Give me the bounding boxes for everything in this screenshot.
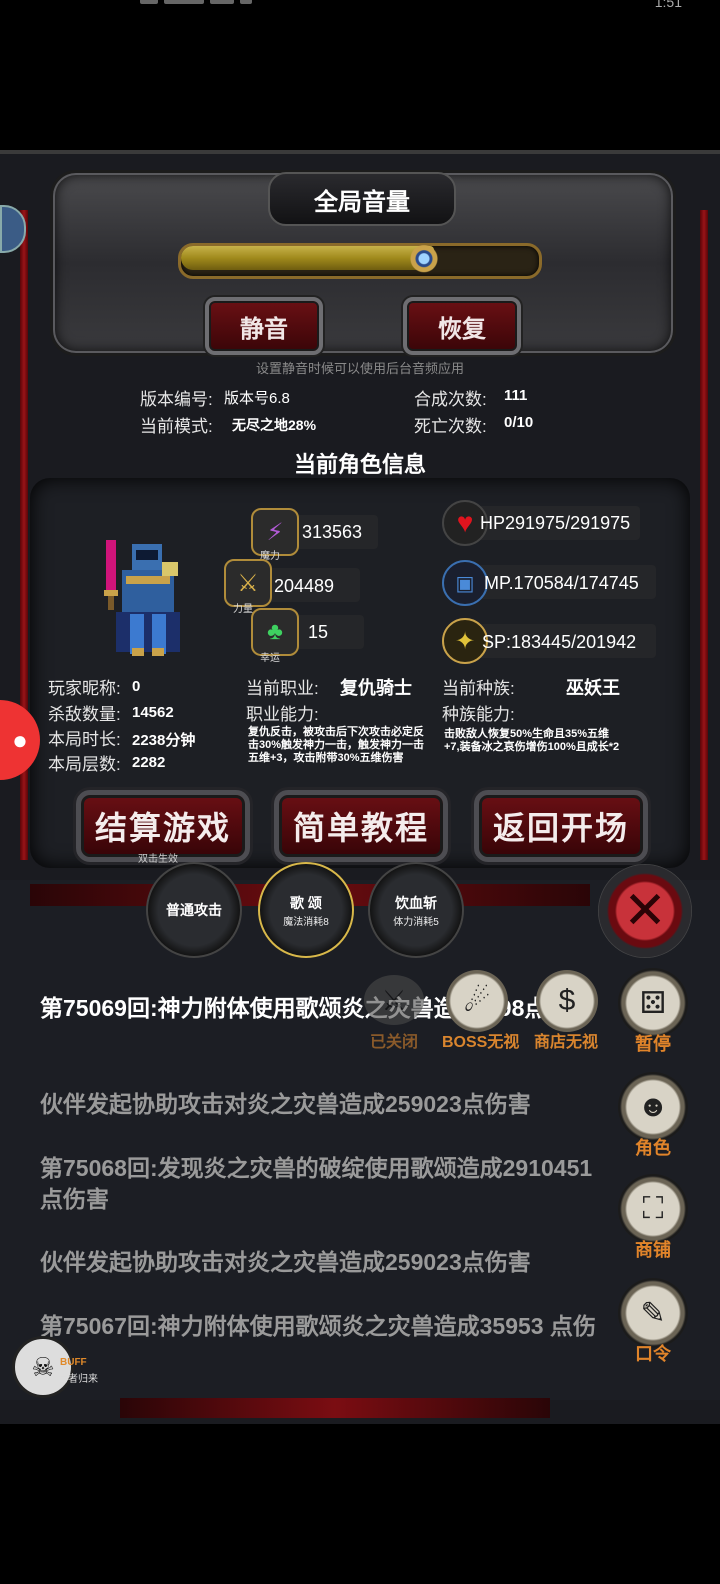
skill-blood-slash-label: 饮血斩	[395, 894, 437, 911]
buff-label: BUFF	[60, 1357, 87, 1368]
pause-button[interactable]: ⚄	[618, 968, 688, 1038]
strength-caption: 力量	[233, 604, 253, 615]
log-line-1-text: 第75069回:神力附体使用歌颂炎之灾兽造成3 98点伤害	[40, 995, 594, 1021]
beast-icon: ☄	[463, 984, 491, 1018]
skill-blood-slash[interactable]: 饮血斩 体力消耗5	[368, 862, 464, 958]
boss-ignore-toggle[interactable]: ☄	[446, 970, 508, 1032]
status-bar: 1:51	[0, 0, 720, 14]
hooded-figure-icon: ☻	[637, 1090, 669, 1123]
buff-sub: 亡者归来	[58, 1374, 98, 1385]
volume-hint: 设置静音时候可以使用后台音频应用	[255, 361, 464, 376]
log-line-3: 第75068回:发现炎之灾兽的破绽使用歌颂造成2910451点伤害	[40, 1153, 600, 1215]
race-ability-label: 种族能力:	[442, 705, 515, 724]
death-label: 死亡次数:	[414, 417, 487, 436]
skull-icon: ☠	[31, 1351, 55, 1382]
code-label: 口令	[635, 1344, 671, 1364]
duration-value: 2238分钟	[132, 732, 196, 749]
log-line-3-text: 第75068回:发现炎之灾兽的破绽使用歌颂造成2910451点伤害	[40, 1155, 593, 1212]
class-value: 复仇骑士	[340, 678, 412, 698]
tutorial-button[interactable]: 简单教程	[274, 790, 448, 862]
pause-label: 暂停	[635, 1034, 671, 1054]
closed-toggle[interactable]: ⚔	[364, 975, 424, 1025]
shop-ignore-label: 商店无视	[534, 1034, 599, 1051]
dice-icon: ⚄	[639, 986, 667, 1020]
mode-value: 无尽之地28%	[232, 417, 317, 433]
close-button[interactable]: ✕	[598, 864, 692, 958]
mute-button[interactable]: 静音	[205, 297, 323, 355]
volume-title: 全局音量	[268, 172, 456, 226]
race-value: 巫妖王	[566, 678, 620, 698]
shop-ignore-toggle[interactable]: $	[536, 970, 598, 1032]
role-label: 角色	[635, 1138, 671, 1158]
return-start-button[interactable]: 返回开场	[474, 790, 648, 862]
scroll-icon: ✎	[640, 1296, 666, 1330]
luck-caption: 幸运	[260, 653, 280, 664]
skill-hymn-label: 歌 颂	[290, 894, 322, 911]
close-icon: ✕	[623, 882, 667, 940]
settle-hint: 双击生效	[138, 854, 178, 865]
luck-value: 15	[308, 622, 329, 642]
race-ability-text: 击败敌人恢复50%生命且35%五维+7,装备冰之哀伤增伤100%且成长*2	[444, 728, 620, 753]
log-line-2: 伙伴发起协助攻击对炎之灾兽造成259023点伤害	[40, 1089, 600, 1120]
death-value: 0/10	[504, 414, 534, 431]
nickname-label: 玩家昵称:	[48, 679, 121, 698]
boss-ignore-label: BOSS无视	[442, 1034, 520, 1051]
sword-icon: ⚔	[381, 984, 407, 1016]
floor-value: 2282	[132, 754, 166, 771]
strength-value: 204489	[274, 576, 335, 596]
shop-label: 商铺	[635, 1240, 671, 1260]
frame-edge-right	[700, 210, 708, 860]
hero-sprite	[104, 540, 180, 656]
class-ability-text: 复仇反击，被攻击后下次攻击必定反击30%触发神力一击，触发神力一击五维+3，攻击…	[248, 726, 425, 764]
race-label: 当前种族:	[442, 679, 515, 698]
closed-label: 已关闭	[370, 1034, 419, 1051]
mode-label: 当前模式:	[140, 417, 213, 436]
skill-blood-slash-cost: 体力消耗5	[393, 916, 439, 928]
log-line-4: 伙伴发起协助攻击对炎之灾兽造成259023点伤害	[40, 1247, 600, 1278]
mana-icon: ▣	[442, 560, 488, 606]
mp-value: MP.170584/174745	[484, 573, 639, 593]
floor-label: 本局层数:	[48, 755, 121, 774]
duration-label: 本局时长:	[48, 730, 121, 749]
skill-normal-attack[interactable]: 普通攻击	[146, 862, 242, 958]
craft-label: 合成次数:	[414, 390, 487, 409]
skill-normal-attack-label: 普通攻击	[166, 902, 222, 918]
hp-value: HP291975/291975	[480, 513, 631, 533]
status-icons-left	[140, 0, 310, 8]
volume-slider-fill	[181, 246, 434, 270]
skill-hymn-cost: 魔法消耗8	[283, 916, 329, 928]
log-line-5-text: 第75067回:神力附体使用歌颂炎之灾兽造成35953 点伤害	[40, 1313, 596, 1370]
sp-value: SP:183445/201942	[482, 632, 637, 652]
kills-value: 14562	[132, 704, 174, 721]
version-value: 版本号6.8	[224, 390, 290, 407]
bottom-frame-accent	[120, 1398, 550, 1418]
character-section-title: 当前角色信息	[293, 452, 426, 477]
restore-button[interactable]: 恢复	[403, 297, 521, 355]
role-button[interactable]: ☻	[618, 1072, 688, 1142]
class-ability-label: 职业能力:	[246, 705, 319, 724]
user-icon: ●	[12, 724, 28, 755]
craft-value: 111	[504, 387, 528, 404]
version-label: 版本编号:	[140, 390, 213, 409]
code-button[interactable]: ✎	[618, 1278, 688, 1348]
log-line-4-text: 伙伴发起协助攻击对炎之灾兽造成259023点伤害	[40, 1249, 531, 1275]
log-line-5: 第75067回:神力附体使用歌颂炎之灾兽造成35953 点伤害	[40, 1311, 600, 1373]
class-label: 当前职业:	[246, 679, 319, 698]
log-line-1: 第75069回:神力附体使用歌颂炎之灾兽造成3 98点伤害	[40, 993, 600, 1024]
shop-sign-icon: ⛶	[642, 1192, 664, 1225]
shop-button[interactable]: ⛶	[618, 1174, 688, 1244]
volume-slider-handle[interactable]	[407, 236, 441, 274]
kills-label: 杀敌数量:	[48, 705, 121, 724]
money-bag-icon: $	[558, 984, 576, 1017]
log-line-2-text: 伙伴发起协助攻击对炎之灾兽造成259023点伤害	[40, 1091, 531, 1117]
nickname-value: 0	[132, 678, 141, 695]
skill-hymn[interactable]: 歌 颂 魔法消耗8	[258, 862, 354, 958]
magic-value: 313563	[302, 522, 363, 542]
clock: 1:51	[654, 0, 682, 10]
